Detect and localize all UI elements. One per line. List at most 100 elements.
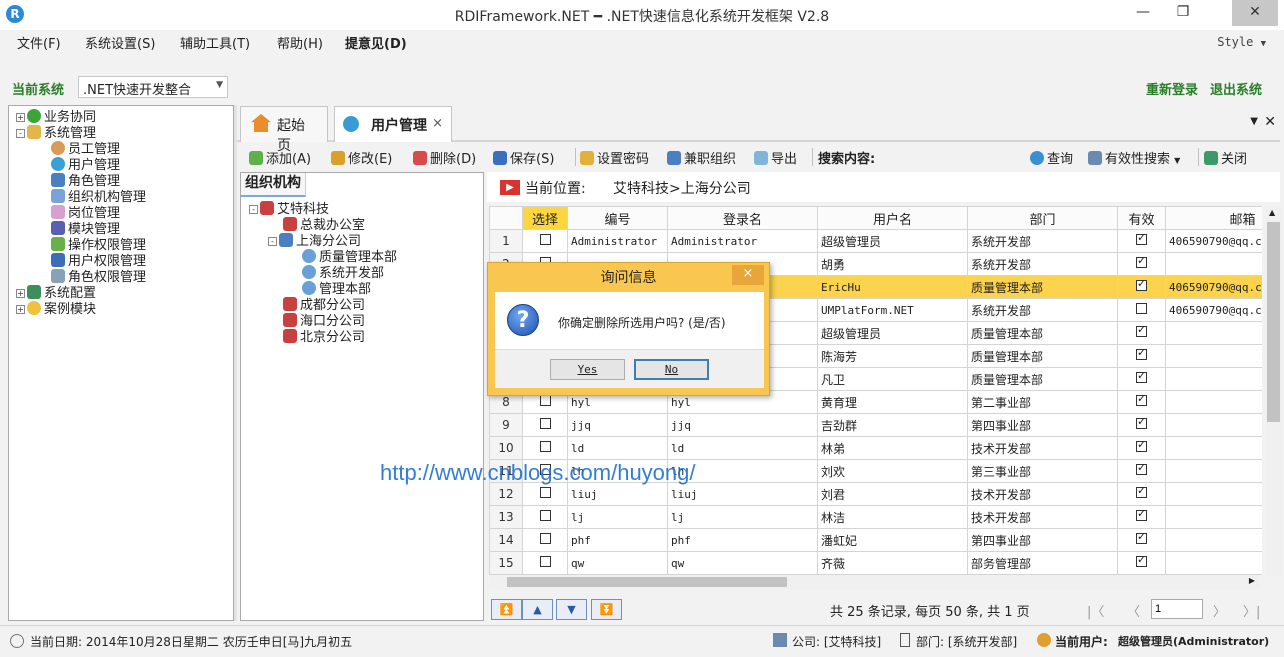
query-button[interactable]: 查询 — [1030, 148, 1073, 167]
menu-settings[interactable]: 系统设置(S) — [85, 33, 155, 52]
org-node-beijing[interactable]: 北京分公司 — [283, 329, 365, 346]
no-button[interactable]: No — [634, 359, 709, 380]
last-page-button[interactable]: 〉| — [1243, 601, 1260, 620]
style-menu[interactable]: Style ▼ — [1217, 35, 1266, 49]
row-select-checkbox[interactable] — [522, 436, 568, 460]
set-password-button[interactable]: 设置密码 — [580, 148, 649, 167]
tab-user-management[interactable]: 用户管理 × — [334, 106, 452, 142]
dialog-close-button[interactable]: × — [732, 265, 764, 285]
close-tab-icon[interactable]: × — [432, 116, 443, 131]
org-node-dev[interactable]: 系统开发部 — [302, 265, 384, 282]
move-down-button[interactable]: ▼ — [556, 599, 587, 620]
tab-list-icon[interactable]: ▼ — [1250, 116, 1258, 127]
valid-checkbox[interactable] — [1136, 484, 1147, 498]
table-row[interactable]: 13 lj lj 林洁 技术开发部 — [489, 505, 1262, 529]
close-window-button[interactable]: ✕ — [1232, 0, 1278, 26]
valid-checkbox[interactable] — [1136, 254, 1147, 268]
select-all-corner[interactable] — [489, 206, 523, 230]
nav-item-operations[interactable]: 操作权限管理 — [51, 237, 146, 254]
part-time-org-button[interactable]: 兼职组织 — [667, 148, 736, 167]
valid-checkbox[interactable] — [1136, 461, 1147, 475]
select-checkbox[interactable] — [539, 395, 551, 406]
search-input[interactable] — [895, 147, 1025, 167]
edit-button[interactable]: 修改(E) — [331, 148, 392, 167]
org-node-president-office[interactable]: 总裁办公室 — [283, 217, 365, 234]
nav-item-staff[interactable]: 员工管理 — [51, 141, 120, 158]
col-select[interactable]: 选择 — [522, 206, 568, 230]
col-email[interactable]: 邮箱 — [1165, 206, 1262, 230]
row-select-checkbox[interactable] — [522, 505, 568, 529]
minimize-button[interactable]: — — [1126, 0, 1160, 26]
valid-checkbox[interactable] — [1136, 392, 1147, 406]
add-button[interactable]: 添加(A) — [249, 148, 311, 167]
next-page-button[interactable]: 〉 — [1213, 601, 1226, 620]
org-node-admin[interactable]: 管理本部 — [302, 281, 371, 298]
row-select-checkbox[interactable] — [522, 528, 568, 552]
select-checkbox[interactable] — [539, 556, 551, 567]
nav-item-system[interactable]: - 系统管理 — [16, 125, 96, 142]
valid-checkbox[interactable] — [1136, 553, 1147, 567]
tab-home[interactable]: 起始页 — [240, 106, 328, 154]
table-row[interactable]: 10 ld ld 林弟 技术开发部 — [489, 436, 1262, 460]
table-row[interactable]: 15 qw qw 齐薇 部务管理部 — [489, 551, 1262, 575]
org-node-shanghai[interactable]: - 上海分公司 — [268, 233, 361, 250]
col-login[interactable]: 登录名 — [667, 206, 818, 230]
table-row[interactable]: 9 jjq jjq 吉劲群 第四事业部 — [489, 413, 1262, 437]
org-node-haikou[interactable]: 海口分公司 — [283, 313, 365, 330]
valid-checkbox[interactable] — [1136, 530, 1147, 544]
delete-button[interactable]: 删除(D) — [413, 148, 476, 167]
nav-item-user-permission[interactable]: 用户权限管理 — [51, 253, 146, 270]
scroll-thumb[interactable] — [1267, 222, 1280, 422]
nav-item-cases[interactable]: + 案例模块 — [16, 301, 96, 318]
grid-horizontal-scrollbar[interactable]: ▶ — [489, 575, 1259, 589]
first-page-button[interactable]: |〈 — [1087, 601, 1104, 620]
move-up-button[interactable]: ▲ — [522, 599, 553, 620]
save-button[interactable]: 保存(S) — [493, 148, 554, 167]
move-bottom-button[interactable]: ⏬ — [591, 599, 622, 620]
grid-vertical-scrollbar[interactable]: ▲ — [1265, 206, 1282, 576]
row-select-checkbox[interactable] — [522, 229, 568, 253]
select-checkbox[interactable] — [539, 234, 551, 245]
col-username[interactable]: 用户名 — [817, 206, 968, 230]
valid-checkbox[interactable] — [1136, 369, 1147, 383]
select-checkbox[interactable] — [539, 418, 551, 429]
yes-button[interactable]: Yes — [550, 359, 625, 380]
table-row[interactable]: 14 phf phf 潘虹妃 第四事业部 — [489, 528, 1262, 552]
close-all-tabs-icon[interactable]: ✕ — [1264, 114, 1276, 130]
col-valid[interactable]: 有效 — [1117, 206, 1166, 230]
maximize-button[interactable]: ❐ — [1166, 0, 1200, 26]
select-checkbox[interactable] — [539, 533, 551, 544]
logout-link[interactable]: 退出系统 — [1210, 79, 1262, 98]
scroll-thumb[interactable] — [507, 577, 787, 587]
valid-checkbox[interactable] — [1136, 438, 1147, 452]
menu-tools[interactable]: 辅助工具(T) — [180, 33, 250, 52]
valid-checkbox[interactable] — [1136, 231, 1147, 245]
page-number-input[interactable] — [1151, 599, 1203, 619]
org-node-chengdu[interactable]: 成都分公司 — [283, 297, 365, 314]
org-node-quality[interactable]: 质量管理本部 — [302, 249, 397, 266]
valid-checkbox[interactable] — [1136, 323, 1147, 337]
prev-page-button[interactable]: 〈 — [1127, 601, 1140, 620]
select-checkbox[interactable] — [539, 487, 551, 498]
col-dept[interactable]: 部门 — [967, 206, 1118, 230]
valid-checkbox[interactable] — [1136, 277, 1147, 291]
relogin-link[interactable]: 重新登录 — [1146, 79, 1198, 98]
close-button[interactable]: 关闭 — [1204, 148, 1247, 167]
export-button[interactable]: 导出 — [754, 148, 797, 167]
nav-item-config[interactable]: + 系统配置 — [16, 285, 96, 302]
valid-checkbox[interactable] — [1136, 415, 1147, 429]
menu-help[interactable]: 帮助(H) — [277, 33, 323, 52]
nav-item-business[interactable]: + 业务协同 — [16, 109, 96, 126]
select-checkbox[interactable] — [539, 510, 551, 521]
system-select[interactable]: .NET快速开发整合 ▼ — [78, 76, 228, 98]
nav-item-roles[interactable]: 角色管理 — [51, 173, 120, 190]
menu-feedback[interactable]: 提意见(D) — [345, 33, 407, 52]
splitter[interactable] — [234, 105, 237, 621]
nav-item-users[interactable]: 用户管理 — [51, 157, 120, 174]
table-row[interactable]: 1AdministratorAdministrator超级管理员系统开发部406… — [489, 229, 1262, 253]
menu-file[interactable]: 文件(F) — [17, 33, 61, 52]
nav-item-role-permission[interactable]: 角色权限管理 — [51, 269, 146, 286]
col-code[interactable]: 编号 — [567, 206, 668, 230]
move-top-button[interactable]: ⏫ — [491, 599, 522, 620]
org-node-root[interactable]: - 艾特科技 — [249, 201, 329, 218]
